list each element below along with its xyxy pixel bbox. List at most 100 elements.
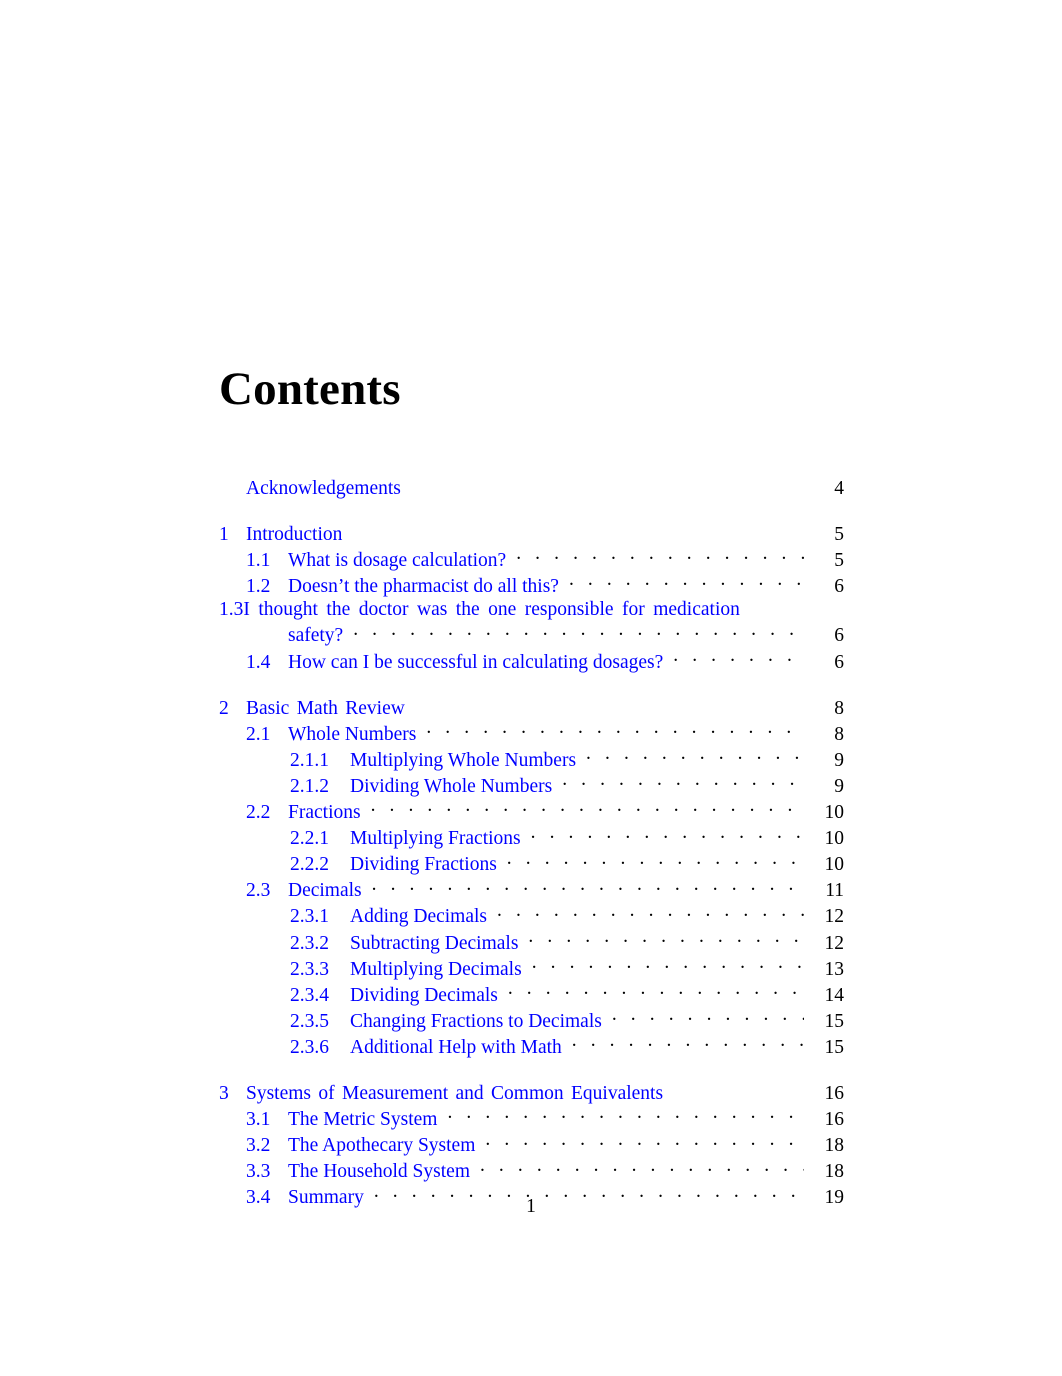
toc-leader-dots [673, 1079, 804, 1099]
toc-entry[interactable]: 1.3 I thought the doctor was the one resp… [219, 598, 844, 648]
toc-entry[interactable]: 2.3.1 Adding Decimals 12 [219, 903, 844, 929]
toc-entry-line: 1 Introduction 5 [219, 520, 844, 546]
toc-entry[interactable]: 3.3 The Household System 18 [219, 1158, 844, 1184]
toc-entry-line: 2.3.3 Multiplying Decimals 13 [219, 955, 844, 981]
toc-entry[interactable]: 1.2 Doesn’t the pharmacist do all this? 6 [219, 572, 844, 598]
toc-entry-number: 2.2.1 [290, 828, 329, 850]
toc-entry[interactable]: 2.2.1 Multiplying Fractions 10 [219, 825, 844, 851]
toc-entry[interactable]: 1.4 How can I be successful in calculatin… [219, 648, 844, 674]
page-title: Contents [219, 363, 401, 416]
toc-entry[interactable]: 2.3.3 Multiplying Decimals 13 [219, 955, 844, 981]
toc-entry-page-number: 11 [825, 880, 844, 902]
toc-leader-dots [612, 1007, 804, 1027]
toc-entry-page-number: 12 [824, 932, 845, 954]
toc-entry-page-number: 15 [824, 1036, 845, 1058]
toc-entry-number: 2.1 [246, 723, 271, 745]
toc-leader-dots [371, 799, 804, 819]
toc-entry[interactable]: 2.1.1 Multiplying Whole Numbers 9 [219, 746, 844, 772]
toc-entry-line: 2 Basic Math Review 8 [219, 694, 844, 720]
toc-entry[interactable]: 2.2 Fractions 10 [219, 799, 844, 825]
toc-entry-number: 2.3.2 [290, 932, 329, 954]
toc-entry[interactable]: 2.1 Whole Numbers 8 [219, 720, 844, 746]
toc-entry[interactable]: 2.2.2 Dividing Fractions 10 [219, 851, 844, 877]
toc-entry-title: Multiplying Decimals [350, 958, 522, 980]
toc-entry[interactable]: Acknowledgements 4 [219, 474, 844, 500]
toc-leader-dots [485, 1132, 804, 1152]
toc-entry-line: 1.3 I thought the doctor was the one resp… [219, 598, 844, 622]
toc-entry-page-number: 18 [824, 1161, 845, 1183]
toc-entry[interactable]: 2.1.2 Dividing Whole Numbers 9 [219, 772, 844, 798]
toc-entry-number: 2.1.1 [290, 749, 329, 771]
toc-leader-dots [447, 1106, 804, 1126]
toc-entry-number: 1.1 [246, 549, 271, 571]
toc-leader-dots [572, 1033, 804, 1053]
toc-entry[interactable]: 2 Basic Math Review 8 [219, 694, 844, 720]
toc-entry-page-number: 6 [834, 625, 844, 647]
toc-leader-dots [480, 1158, 804, 1178]
toc-entry[interactable]: 1.1 What is dosage calculation? 5 [219, 546, 844, 572]
toc-entry-page-number: 9 [834, 749, 844, 771]
toc-leader-dots [426, 720, 804, 740]
toc-entry-title: Additional Help with Math [350, 1036, 562, 1058]
toc-entry-page-number: 10 [824, 854, 845, 876]
toc-leader-dots [586, 746, 804, 766]
toc-entry-number: 2.3.4 [290, 984, 329, 1006]
toc-entry[interactable]: 2.3.5 Changing Fractions to Decimals 15 [219, 1007, 844, 1033]
toc-entry[interactable]: 3.2 The Apothecary System 18 [219, 1132, 844, 1158]
toc-leader-dots [528, 929, 804, 949]
toc-entry-line: 2.2 Fractions 10 [219, 799, 844, 825]
toc-entry-line: 2.2.1 Multiplying Fractions 10 [219, 825, 844, 851]
toc-entry-number: 2.2 [246, 802, 271, 824]
toc-entry-title: Doesn’t the pharmacist do all this? [288, 575, 559, 597]
toc-entry-line: 2.1.1 Multiplying Whole Numbers 9 [219, 746, 844, 772]
toc-entry-title: Dividing Decimals [350, 984, 498, 1006]
toc-entry-line: safety? 6 [219, 622, 844, 648]
toc-entry-number: 2.3.1 [290, 906, 329, 928]
toc-entry-title: Fractions [288, 802, 361, 824]
toc-entry-number: 2 [219, 697, 229, 719]
toc-entry-title: Multiplying Whole Numbers [350, 749, 577, 771]
toc-entry-line: 2.3 Decimals 11 [219, 877, 844, 903]
toc-entry-number: 1.4 [246, 651, 271, 673]
toc-entry-title: Introduction [246, 523, 343, 545]
document-page: Contents Acknowledgements 4 1 Introduction 5… [0, 0, 1062, 1376]
toc-entry-title: Basic Math Review [246, 697, 405, 719]
toc-leader-dots [532, 955, 804, 975]
toc-entry-title: Changing Fractions to Decimals [350, 1010, 602, 1032]
toc-leader-dots [516, 546, 804, 566]
toc-entry[interactable]: 2.3.2 Subtracting Decimals 12 [219, 929, 844, 955]
toc-entry-line: 2.2.2 Dividing Fractions 10 [219, 851, 844, 877]
toc-entry-line: 3.2 The Apothecary System 18 [219, 1132, 844, 1158]
toc-entry-page-number: 4 [834, 477, 844, 499]
toc-entry-line: 2.3.4 Dividing Decimals 14 [219, 981, 844, 1007]
toc-entry-title: Systems of Measurement and Common Equiva… [246, 1082, 664, 1104]
toc-entry-title-continued: safety? [288, 625, 344, 647]
toc-entry-number: 2.3.6 [290, 1036, 329, 1058]
toc-leader-dots [508, 981, 804, 1001]
toc-leader-dots [353, 622, 804, 642]
toc-entry[interactable]: 2.3.6 Additional Help with Math 15 [219, 1033, 844, 1059]
toc-entry-number: 2.3 [246, 880, 271, 902]
toc-entry-line: 3.1 The Metric System 16 [219, 1106, 844, 1132]
toc-entry-title: Dividing Fractions [350, 854, 497, 876]
toc-entry-page-number: 16 [824, 1082, 845, 1104]
toc-entry-line: 3 Systems of Measurement and Common Equiv… [219, 1079, 844, 1105]
toc-entry-title: Acknowledgements [246, 477, 401, 499]
toc-entry-page-number: 8 [834, 697, 844, 719]
toc-entry-title: Multiplying Fractions [350, 828, 521, 850]
toc-entry[interactable]: 3 Systems of Measurement and Common Equiv… [219, 1079, 844, 1105]
toc-entry-title: How can I be successful in calculating d… [288, 651, 664, 673]
toc-entry[interactable]: 3.1 The Metric System 16 [219, 1106, 844, 1132]
toc-entry-number: 3.3 [246, 1161, 271, 1183]
toc-entry-page-number: 8 [834, 723, 844, 745]
toc-entry[interactable]: 2.3 Decimals 11 [219, 877, 844, 903]
toc-entry-title: The Apothecary System [288, 1135, 476, 1157]
toc-entry[interactable]: 1 Introduction 5 [219, 520, 844, 546]
toc-entry-page-number: 6 [834, 651, 844, 673]
toc-entry-line: 1.4 How can I be successful in calculatin… [219, 648, 844, 674]
toc-entry-title: Whole Numbers [288, 723, 417, 745]
toc-entry-page-number: 5 [834, 549, 844, 571]
toc-entry-number: 1 [219, 523, 229, 545]
toc-entry[interactable]: 2.3.4 Dividing Decimals 14 [219, 981, 844, 1007]
toc-entry-page-number: 18 [824, 1135, 845, 1157]
